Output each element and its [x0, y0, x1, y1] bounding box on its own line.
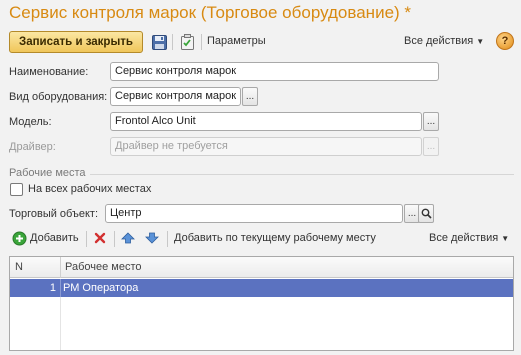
- chevron-down-icon: ▼: [501, 234, 510, 243]
- column-separator: [60, 297, 61, 350]
- move-up-icon[interactable]: [120, 230, 136, 246]
- toolbar-separator: [172, 34, 173, 50]
- table-all-actions-label: Все действия: [429, 232, 499, 244]
- trade-object-input[interactable]: Центр: [105, 204, 403, 223]
- equipment-type-label: Вид оборудования:: [9, 91, 108, 103]
- window-title: Сервис контроля марок (Торговое оборудов…: [9, 3, 412, 22]
- add-button[interactable]: Добавить: [30, 232, 79, 244]
- toolbar-separator: [201, 34, 202, 50]
- all-workplaces-label: На всех рабочих местах: [28, 183, 152, 195]
- toolbar-separator: [114, 231, 115, 247]
- table-header: N Рабочее место: [10, 257, 513, 278]
- workplaces-table-toolbar: Добавить Добавить по текущему рабочему м…: [9, 229, 514, 249]
- name-label: Наименование:: [9, 66, 89, 78]
- driver-label: Драйвер:: [9, 141, 56, 153]
- section-divider: [90, 174, 514, 175]
- parameters-button[interactable]: Параметры: [207, 35, 266, 47]
- equipment-type-input[interactable]: Сервис контроля марок: [110, 87, 241, 106]
- toolbar-separator: [167, 231, 168, 247]
- row-workplace: РМ Оператора: [63, 282, 139, 294]
- model-input[interactable]: Frontol Alco Unit: [110, 112, 422, 131]
- column-separator: [60, 257, 61, 278]
- help-icon[interactable]: ?: [496, 32, 514, 50]
- all-actions-label: Все действия: [404, 35, 474, 47]
- model-select-button[interactable]: ...: [423, 112, 439, 131]
- all-workplaces-checkbox[interactable]: [10, 183, 23, 196]
- move-down-icon[interactable]: [144, 230, 160, 246]
- save-icon[interactable]: [150, 33, 168, 51]
- driver-input: Драйвер не требуется: [110, 137, 422, 156]
- add-current-workplace-button[interactable]: Добавить по текущему рабочему месту: [174, 232, 376, 244]
- form-toolbar: Записать и закрыть Параметры Все действи…: [9, 31, 514, 53]
- column-header-workplace[interactable]: Рабочее место: [65, 261, 142, 273]
- delete-icon[interactable]: [92, 230, 108, 246]
- row-number: 1: [49, 282, 56, 294]
- column-separator: [60, 279, 61, 297]
- name-input[interactable]: Сервис контроля марок: [110, 62, 439, 81]
- table-row[interactable]: 1 РМ Оператора: [10, 279, 513, 297]
- save-and-close-button[interactable]: Записать и закрыть: [9, 31, 143, 53]
- model-label: Модель:: [9, 116, 52, 128]
- workplaces-section-title: Рабочие места: [9, 167, 86, 179]
- equipment-type-select-button[interactable]: ...: [242, 87, 258, 106]
- workplaces-table[interactable]: N Рабочее место 1 РМ Оператора: [9, 256, 514, 351]
- add-icon[interactable]: [11, 230, 27, 246]
- all-actions-button[interactable]: Все действия ▼: [404, 35, 484, 47]
- post-document-icon[interactable]: [178, 33, 196, 51]
- chevron-down-icon: ▼: [476, 37, 485, 46]
- toolbar-separator: [86, 231, 87, 247]
- column-header-n[interactable]: N: [15, 261, 23, 273]
- table-all-actions-button[interactable]: Все действия ▼: [429, 232, 509, 244]
- driver-select-button: ...: [423, 137, 439, 156]
- search-icon[interactable]: [418, 204, 434, 223]
- trade-object-label: Торговый объект:: [9, 208, 99, 220]
